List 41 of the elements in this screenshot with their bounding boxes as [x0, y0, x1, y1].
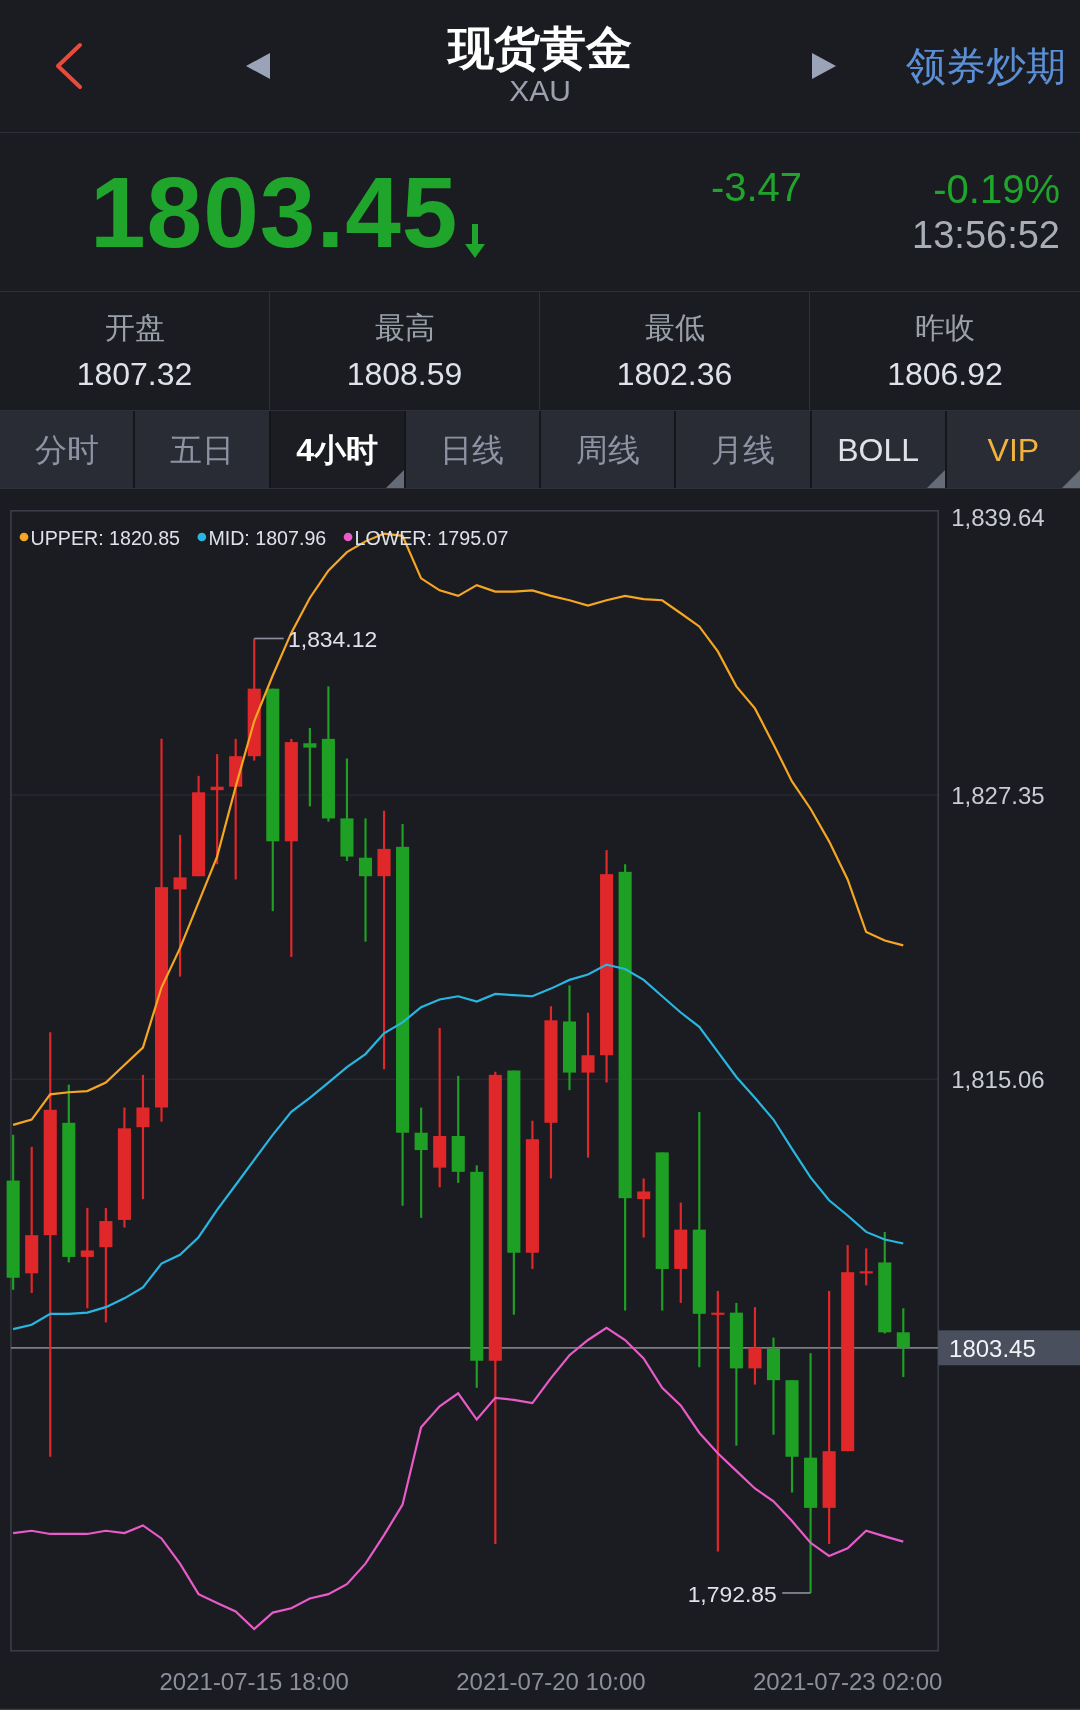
percent-change: -0.19%	[933, 166, 1060, 214]
candlestick	[896, 1308, 910, 1377]
period-tab[interactable]: 五日	[135, 411, 269, 488]
legend-label: MID: 1807.96	[208, 526, 327, 549]
stat-value: 1808.59	[346, 354, 463, 394]
candlestick	[859, 1248, 873, 1286]
stat-value: 1802.36	[616, 354, 733, 394]
low-label: 1,792.85	[687, 1580, 777, 1607]
axis-label: 2021-07-15 18:00	[159, 1668, 349, 1696]
leader-line	[253, 637, 285, 640]
axis-label: 1,839.64	[951, 504, 1045, 532]
next-icon[interactable]	[812, 53, 836, 79]
price-tag-label: 1803.45	[949, 1334, 1036, 1362]
axis-label: 2021-07-23 02:00	[753, 1668, 943, 1696]
period-tab[interactable]: 4小时	[270, 411, 404, 488]
stat-label: 开盘	[104, 309, 165, 346]
stat-label: 最低	[644, 309, 705, 346]
period-tab[interactable]: VIP	[946, 411, 1080, 488]
legend-label: UPPER: 1820.85	[30, 526, 181, 549]
axis-label: 1,815.06	[951, 1066, 1045, 1093]
candlestick	[637, 1178, 651, 1238]
page-title: 现货黄金	[448, 22, 632, 74]
period-tab[interactable]: BOLL	[811, 411, 945, 488]
stat-label: 最高	[374, 309, 435, 346]
current-price: 1803.45	[90, 162, 459, 262]
period-tab[interactable]: 月线	[676, 411, 810, 488]
stat-label: 昨收	[915, 309, 975, 346]
axis-label: 1,827.35	[951, 781, 1045, 809]
period-tab[interactable]: 日线	[405, 411, 539, 488]
period-tab[interactable]: 分时	[0, 411, 134, 488]
price-change: -3.47	[710, 164, 803, 211]
previous-icon[interactable]	[246, 53, 270, 79]
leader-line	[781, 1592, 812, 1594]
axis-label: 2021-07-20 10:00	[456, 1668, 646, 1696]
period-tab[interactable]: 周线	[541, 411, 675, 488]
stat-value: 1807.32	[76, 354, 193, 394]
stat-value: 1806.92	[887, 354, 1003, 394]
high-label: 1,834.12	[288, 626, 378, 653]
symbol-code: XAU	[509, 73, 571, 110]
quote-time: 13:56:52	[912, 213, 1060, 259]
coupon-link[interactable]: 领券炒期	[906, 36, 1066, 96]
